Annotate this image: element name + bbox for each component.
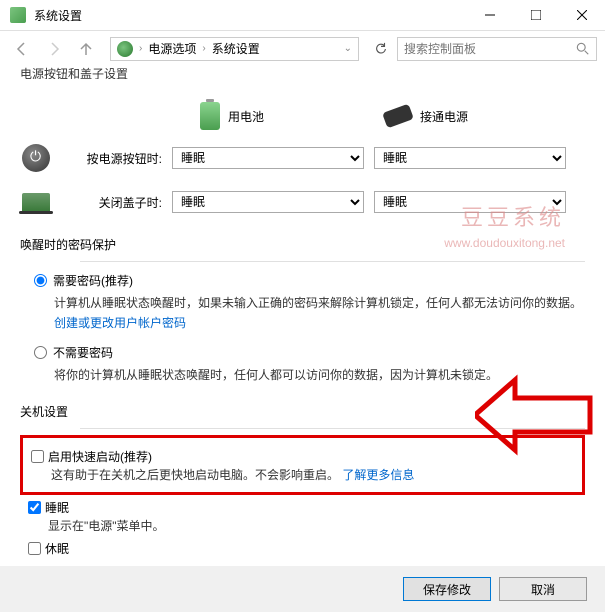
hibernate-checkbox[interactable]: [28, 542, 41, 555]
fast-startup-label: 启用快速启动(推荐): [48, 448, 152, 465]
breadcrumb[interactable]: › 电源选项 › 系统设置 ⌄: [110, 37, 359, 61]
no-password-label: 不需要密码: [53, 344, 113, 361]
window-title: 系统设置: [34, 7, 82, 24]
close-lid-battery-select[interactable]: 睡眠: [172, 191, 364, 213]
no-password-radio[interactable]: [34, 346, 47, 359]
create-change-password-link[interactable]: 创建或更改用户帐户密码: [54, 316, 186, 330]
dropdown-icon[interactable]: ⌄: [344, 43, 352, 54]
close-lid-plugged-select[interactable]: 睡眠: [374, 191, 566, 213]
sleep-checkbox-label: 睡眠: [45, 499, 69, 516]
sleep-checkbox[interactable]: [28, 501, 41, 514]
learn-more-link[interactable]: 了解更多信息: [342, 468, 414, 482]
battery-icon: [200, 102, 220, 130]
column-battery: 用电池: [228, 108, 264, 125]
wakeup-section-title: 唤醒时的密码保护: [20, 236, 585, 253]
require-password-radio[interactable]: [34, 274, 47, 287]
shutdown-section-title: 关机设置: [20, 403, 585, 420]
power-button-battery-select[interactable]: 睡眠: [172, 147, 364, 169]
cancel-button[interactable]: 取消: [499, 577, 587, 601]
require-password-label: 需要密码(推荐): [53, 272, 133, 289]
minimize-button[interactable]: [467, 0, 513, 30]
search-input[interactable]: [397, 37, 597, 61]
forward-button[interactable]: [40, 35, 68, 63]
fast-startup-desc: 这有助于在关机之后更快地启动电脑。不会影响重启。: [51, 468, 339, 482]
hibernate-checkbox-label: 休眠: [45, 540, 69, 556]
close-lid-label: 关闭盖子时:: [62, 194, 162, 211]
breadcrumb-item[interactable]: 系统设置: [212, 40, 260, 57]
laptop-lid-icon: [22, 193, 50, 211]
chevron-right-icon: ›: [139, 43, 142, 54]
app-icon: [10, 7, 26, 23]
column-plugged: 接通电源: [420, 108, 468, 125]
search-icon: [576, 42, 590, 56]
close-button[interactable]: [559, 0, 605, 30]
plug-icon: [382, 104, 414, 129]
fast-startup-highlight: 启用快速启动(推荐) 这有助于在关机之后更快地启动电脑。不会影响重启。 了解更多…: [20, 435, 585, 494]
chevron-right-icon: ›: [202, 43, 205, 54]
power-button-label: 按电源按钮时:: [62, 150, 162, 167]
control-panel-icon: [117, 41, 133, 57]
back-button[interactable]: [8, 35, 36, 63]
power-button-plugged-select[interactable]: 睡眠: [374, 147, 566, 169]
maximize-button[interactable]: [513, 0, 559, 30]
search-field[interactable]: [404, 42, 564, 56]
section-heading-cut: 电源按钮和盖子设置: [20, 66, 585, 79]
up-button[interactable]: [72, 35, 100, 63]
fast-startup-checkbox[interactable]: [31, 450, 44, 463]
power-button-icon: [22, 144, 50, 172]
require-password-desc: 计算机从睡眠状态唤醒时，如果未输入正确的密码来解除计算机锁定，任何人都无法访问你…: [54, 296, 582, 310]
no-password-desc: 将你的计算机从睡眠状态唤醒时，任何人都可以访问你的数据，因为计算机未锁定。: [54, 365, 585, 385]
breadcrumb-item[interactable]: 电源选项: [148, 40, 196, 57]
refresh-button[interactable]: [369, 37, 393, 61]
sleep-checkbox-desc: 显示在"电源"菜单中。: [48, 516, 585, 536]
save-button[interactable]: 保存修改: [403, 577, 491, 601]
